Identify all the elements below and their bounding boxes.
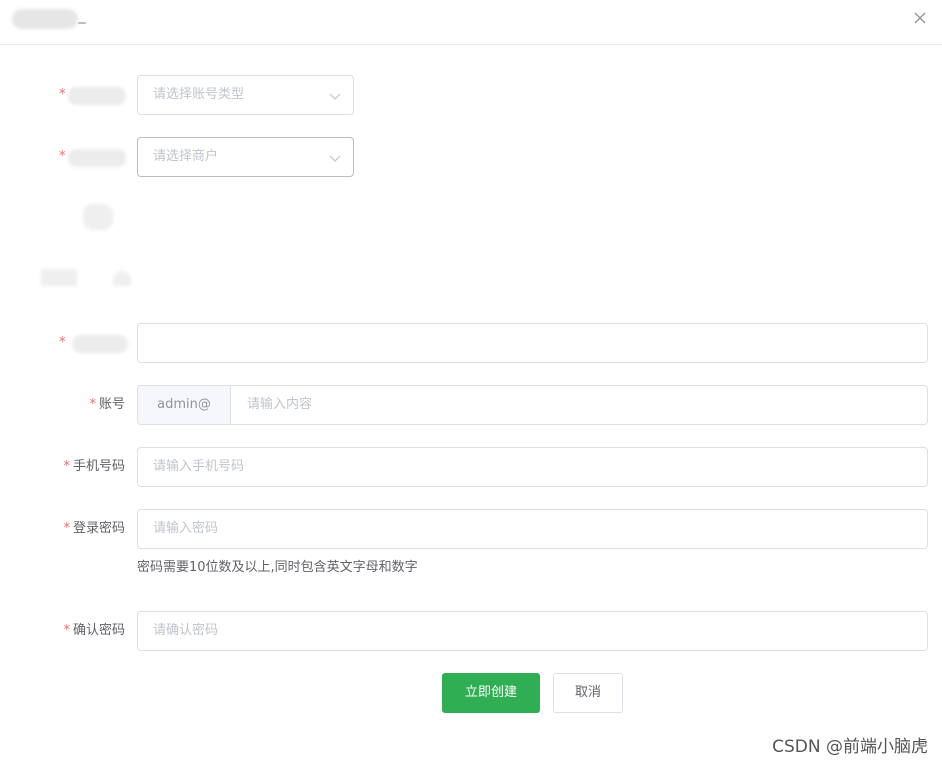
- password-input[interactable]: 请输入密码: [137, 509, 928, 549]
- account-type-placeholder: 请选择账号类型: [153, 87, 245, 102]
- required-mark: *: [59, 149, 66, 164]
- form-row-password: * 登录密码 请输入密码: [0, 509, 942, 549]
- required-mark: *: [63, 459, 70, 474]
- dialog-title-redacted-tail: [78, 22, 86, 24]
- phone-placeholder: 请输入手机号码: [153, 459, 245, 474]
- account-prepend: admin@: [138, 386, 231, 424]
- form-row-merchant: * 请选择商户: [0, 137, 942, 177]
- account-label: * 账号: [89, 385, 125, 425]
- label-redacted: [68, 87, 126, 105]
- create-button[interactable]: 立即创建: [442, 673, 540, 713]
- confirm-password-label-text: 确认密码: [72, 623, 125, 638]
- password-label-text: 登录密码: [72, 521, 125, 536]
- account-label-text: 账号: [98, 397, 125, 412]
- phone-input[interactable]: 请输入手机号码: [137, 447, 928, 487]
- merchant-placeholder: 请选择商户: [153, 149, 219, 164]
- dialog-header: [0, 0, 942, 45]
- chevron-down-icon: [329, 93, 341, 100]
- form-row-redacted: *: [0, 323, 942, 363]
- password-label: * 登录密码: [63, 509, 125, 549]
- required-mark: *: [89, 397, 96, 412]
- required-mark: *: [63, 521, 70, 536]
- account-input[interactable]: admin@ 请输入内容: [137, 385, 928, 425]
- form-row-confirm-password: * 确认密码 请确认密码: [0, 611, 942, 651]
- redacted-area: [41, 269, 77, 286]
- cancel-button[interactable]: 取消: [553, 673, 623, 713]
- form-row-phone: * 手机号码 请输入手机号码: [0, 447, 942, 487]
- redacted-input[interactable]: [137, 323, 928, 363]
- form-row-account-type: * 请选择账号类型: [0, 75, 942, 115]
- confirm-password-placeholder: 请确认密码: [153, 623, 219, 638]
- confirm-password-label: * 确认密码: [63, 611, 125, 651]
- password-hint: 密码需要10位数及以上,同时包含英文字母和数字: [137, 560, 418, 575]
- password-placeholder: 请输入密码: [153, 521, 219, 536]
- phone-label: * 手机号码: [63, 447, 125, 487]
- form-row-account: * 账号 admin@ 请输入内容: [0, 385, 942, 425]
- chevron-down-icon: [329, 155, 341, 162]
- watermark: CSDN @前端小脑虎: [772, 737, 928, 757]
- dialog-title-redacted: [12, 9, 78, 29]
- label-redacted: [72, 335, 128, 353]
- redacted-area: [113, 271, 131, 286]
- required-mark: *: [63, 623, 70, 638]
- redacted-area: [83, 204, 113, 230]
- label-redacted: [68, 149, 126, 167]
- required-mark: *: [59, 335, 66, 350]
- account-placeholder: 请输入内容: [247, 397, 313, 412]
- confirm-password-input[interactable]: 请确认密码: [137, 611, 928, 651]
- required-mark: *: [59, 87, 66, 102]
- phone-label-text: 手机号码: [72, 459, 125, 474]
- close-button[interactable]: [912, 10, 928, 26]
- account-type-select[interactable]: 请选择账号类型: [137, 75, 354, 115]
- close-icon: [914, 12, 926, 24]
- merchant-select[interactable]: 请选择商户: [137, 137, 354, 177]
- create-account-dialog: * 请选择账号类型 * 请选择商户 * * 账号 admin@ 请输入内容 * …: [0, 0, 942, 765]
